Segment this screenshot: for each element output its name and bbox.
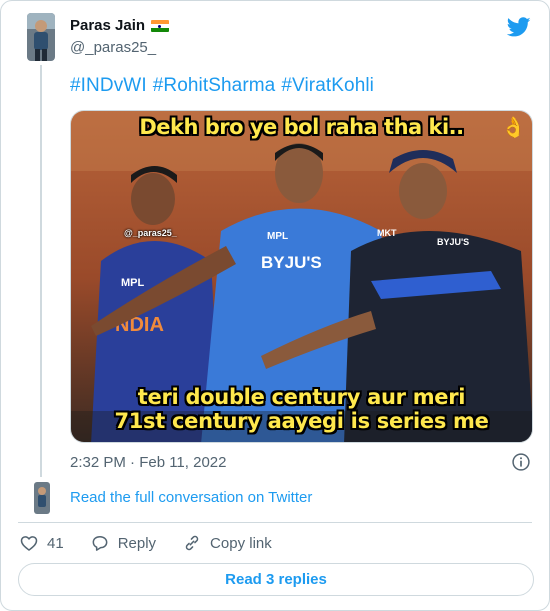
india-flag-icon — [151, 19, 170, 32]
handle[interactable]: @_paras25_ — [70, 39, 156, 56]
svg-text:MPL: MPL — [267, 231, 288, 242]
svg-text:BYJU'S: BYJU'S — [261, 253, 322, 272]
hashtag-viratkohli[interactable]: #ViratKohli — [281, 75, 374, 96]
svg-text:MPL: MPL — [121, 277, 145, 289]
copy-link-label: Copy link — [210, 534, 272, 552]
info-icon[interactable] — [511, 452, 531, 472]
tweet-timestamp[interactable]: 2:32 PM · Feb 11, 2022 — [70, 454, 226, 471]
ok-hand-emoji: 👌 — [501, 117, 526, 139]
meme-caption-top: Dekh bro ye bol raha tha ki.. — [139, 115, 464, 139]
svg-text:BYJU'S: BYJU'S — [437, 237, 469, 247]
author-row[interactable]: Paras Jain — [70, 17, 170, 34]
like-button[interactable]: 41 — [19, 533, 64, 553]
display-name[interactable]: Paras Jain — [70, 17, 145, 34]
divider — [18, 522, 532, 523]
tweet-card: Paras Jain @_paras25_ #INDvWI #RohitSharm… — [0, 0, 550, 611]
meme-caption-bottom: teri double century aur meri 71st centur… — [71, 385, 532, 433]
tweet-text: #INDvWI #RohitSharma #ViratKohli — [70, 75, 380, 97]
reply-button[interactable]: Reply — [90, 533, 156, 553]
copy-link-button[interactable]: Copy link — [182, 533, 272, 553]
link-icon — [185, 535, 199, 551]
avatar[interactable] — [27, 13, 55, 61]
meme-caption-bottom-line2: 71st century aayegi is series me — [114, 409, 489, 433]
reply-label: Reply — [117, 534, 157, 552]
read-replies-button[interactable]: Read 3 replies — [18, 563, 534, 596]
twitter-bird-icon[interactable] — [507, 15, 531, 39]
heart-icon — [20, 536, 38, 551]
svg-text:MKT: MKT — [377, 228, 397, 238]
read-conversation-link[interactable]: Read the full conversation on Twitter — [70, 489, 312, 506]
thread-line — [40, 65, 42, 477]
reply-icon — [92, 536, 108, 551]
hashtag-rohitsharma[interactable]: #RohitSharma — [153, 75, 276, 96]
hashtag-indvwi[interactable]: #INDvWI — [70, 75, 147, 96]
photo-watermark: @_paras25_ — [124, 228, 177, 238]
meme-caption-bottom-line1: teri double century aur meri — [137, 385, 466, 409]
like-count: 41 — [47, 534, 64, 552]
tweet-photo[interactable]: MPL NDIA MPL BYJU'S MKT BYJU'S Dekh bro … — [70, 110, 533, 443]
action-bar: 41 Reply Copy link — [19, 533, 298, 553]
small-avatar[interactable] — [34, 482, 50, 514]
